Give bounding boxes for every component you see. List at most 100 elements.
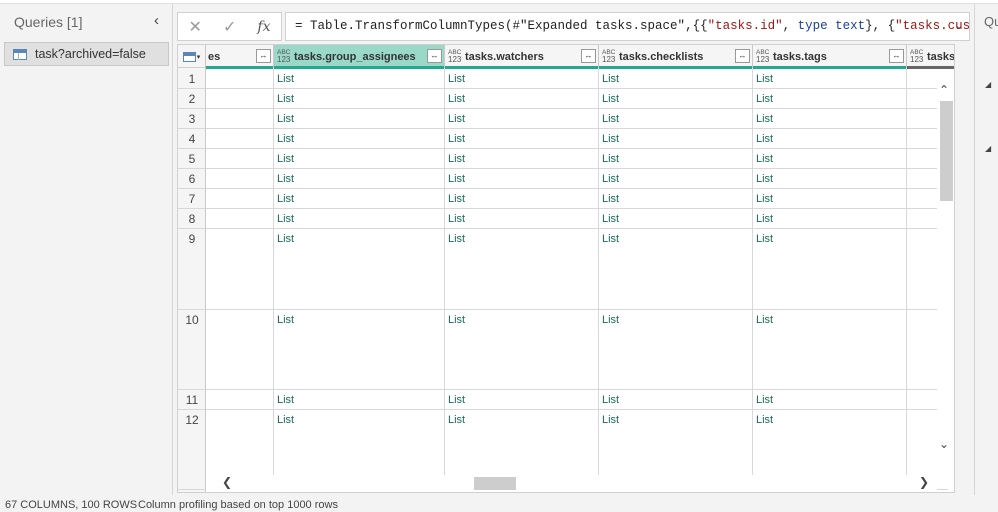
- profiling-status[interactable]: Column profiling based on top 1000 rows: [138, 499, 338, 511]
- row-number[interactable]: 10: [178, 310, 206, 327]
- collapse-triangle-icon[interactable]: ◢: [985, 80, 991, 89]
- table-cell[interactable]: List: [274, 209, 445, 229]
- horizontal-scroll-thumb[interactable]: [474, 477, 516, 490]
- row-number[interactable]: 1: [178, 69, 206, 86]
- table-cell[interactable]: List: [753, 209, 907, 229]
- table-cell[interactable]: List: [753, 189, 907, 209]
- chevron-up-icon[interactable]: ⌃: [939, 83, 949, 97]
- table-cell[interactable]: List: [445, 89, 599, 109]
- table-cell[interactable]: List: [753, 169, 907, 189]
- close-icon[interactable]: ✕: [189, 17, 202, 37]
- chevron-right-icon[interactable]: ❯: [919, 475, 929, 489]
- table-cell[interactable]: List: [599, 89, 753, 109]
- table-cell[interactable]: List: [599, 390, 753, 410]
- column-header[interactable]: ABC123 tasks.par: [907, 45, 954, 68]
- row-number[interactable]: 11: [178, 390, 206, 407]
- any-type-icon[interactable]: ABC 123: [277, 49, 290, 64]
- table-cell[interactable]: [206, 169, 274, 189]
- chevron-down-icon[interactable]: ⌄: [954, 18, 964, 32]
- row-number[interactable]: 9: [178, 229, 206, 246]
- column-header[interactable]: ABC 123 tasks.group_assignees ↔: [274, 45, 445, 68]
- table-cell[interactable]: List: [445, 149, 599, 169]
- table-cell[interactable]: List: [599, 129, 753, 149]
- table-cell[interactable]: [206, 69, 274, 89]
- table-cell[interactable]: List: [599, 149, 753, 169]
- table-cell[interactable]: List: [274, 109, 445, 129]
- table-cell[interactable]: List: [753, 69, 907, 89]
- table-cell[interactable]: List: [445, 169, 599, 189]
- table-cell[interactable]: List: [274, 149, 445, 169]
- vertical-scroll-thumb[interactable]: [940, 101, 953, 201]
- table-cell[interactable]: List: [274, 129, 445, 149]
- table-menu-icon[interactable]: ▾: [178, 45, 206, 68]
- column-header[interactable]: ABC 123 tasks.tags ↔: [753, 45, 907, 68]
- table-cell[interactable]: List: [445, 129, 599, 149]
- row-number[interactable]: 12: [178, 410, 206, 427]
- expand-column-icon[interactable]: ↔: [735, 49, 750, 63]
- column-header[interactable]: ABC 123 tasks.checklists ↔: [599, 45, 753, 68]
- row-number[interactable]: 5: [178, 149, 206, 166]
- row-number[interactable]: 4: [178, 129, 206, 146]
- table-cell[interactable]: [206, 149, 274, 169]
- table-cell[interactable]: List: [445, 109, 599, 129]
- chevron-left-icon[interactable]: ‹: [154, 12, 168, 29]
- table-cell[interactable]: [206, 189, 274, 209]
- checkmark-icon[interactable]: ✓: [223, 17, 236, 37]
- column-header[interactable]: ABC 123 tasks.watchers ↔: [445, 45, 599, 68]
- any-type-icon[interactable]: ABC 123: [756, 49, 769, 64]
- table-cell[interactable]: List: [599, 189, 753, 209]
- table-cell[interactable]: [206, 209, 274, 229]
- table-cell[interactable]: List: [753, 229, 907, 310]
- table-cell[interactable]: List: [445, 390, 599, 410]
- collapse-triangle-icon[interactable]: ◢: [985, 144, 991, 153]
- table-cell[interactable]: List: [445, 69, 599, 89]
- table-cell[interactable]: List: [753, 149, 907, 169]
- chevron-left-icon[interactable]: ❮: [222, 475, 232, 489]
- row-number[interactable]: 6: [178, 169, 206, 186]
- chevron-down-icon[interactable]: ⌄: [939, 437, 949, 451]
- table-cell[interactable]: List: [753, 390, 907, 410]
- table-cell[interactable]: List: [599, 209, 753, 229]
- row-number[interactable]: 2: [178, 89, 206, 106]
- expand-column-icon[interactable]: ↔: [256, 49, 271, 63]
- table-cell[interactable]: List: [274, 189, 445, 209]
- table-cell[interactable]: List: [599, 109, 753, 129]
- table-cell[interactable]: List: [445, 310, 599, 390]
- query-item[interactable]: task?archived=false: [4, 42, 169, 66]
- table-cell[interactable]: List: [274, 390, 445, 410]
- table-cell[interactable]: [206, 229, 274, 310]
- table-cell[interactable]: List: [753, 109, 907, 129]
- expand-column-icon[interactable]: ↔: [889, 49, 904, 63]
- table-cell[interactable]: [206, 89, 274, 109]
- table-cell[interactable]: List: [445, 189, 599, 209]
- row-number[interactable]: 3: [178, 109, 206, 126]
- table-cell[interactable]: List: [753, 310, 907, 390]
- table-cell[interactable]: List: [599, 229, 753, 310]
- table-cell[interactable]: List: [599, 69, 753, 89]
- any-type-icon[interactable]: ABC 123: [448, 49, 461, 64]
- vertical-scrollbar[interactable]: ⌃ ⌄: [937, 69, 954, 475]
- table-cell[interactable]: [206, 109, 274, 129]
- row-number[interactable]: 7: [178, 189, 206, 206]
- row-number[interactable]: 8: [178, 209, 206, 226]
- fx-icon[interactable]: fx: [257, 19, 270, 35]
- formula-input[interactable]: = Table.TransformColumnTypes(#"Expanded …: [285, 12, 970, 41]
- expand-column-icon[interactable]: ↔: [427, 49, 442, 63]
- table-cell[interactable]: List: [274, 89, 445, 109]
- expand-column-icon[interactable]: ↔: [581, 49, 596, 63]
- table-cell[interactable]: List: [753, 89, 907, 109]
- table-cell[interactable]: [206, 390, 274, 410]
- table-cell[interactable]: [206, 310, 274, 390]
- table-cell[interactable]: List: [274, 69, 445, 89]
- table-cell[interactable]: List: [599, 310, 753, 390]
- table-cell[interactable]: List: [274, 229, 445, 310]
- column-header[interactable]: es ↔: [206, 45, 274, 68]
- table-cell[interactable]: List: [753, 129, 907, 149]
- any-type-icon[interactable]: ABC 123: [910, 49, 923, 64]
- table-cell[interactable]: List: [445, 209, 599, 229]
- horizontal-scrollbar[interactable]: ❮ ❯: [206, 475, 937, 492]
- table-cell[interactable]: [206, 129, 274, 149]
- any-type-icon[interactable]: ABC 123: [602, 49, 615, 64]
- table-cell[interactable]: List: [274, 310, 445, 390]
- table-cell[interactable]: List: [599, 169, 753, 189]
